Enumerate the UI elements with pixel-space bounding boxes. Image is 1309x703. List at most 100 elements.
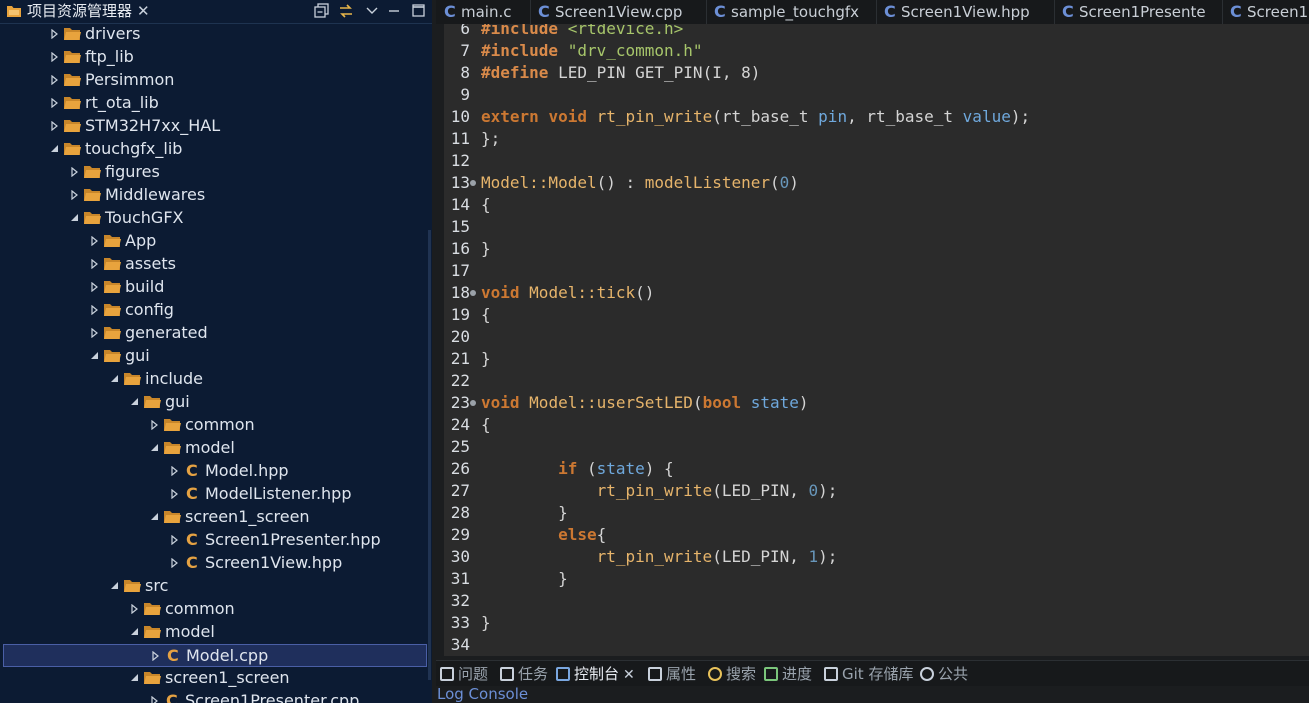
collapsed-arrow-icon[interactable] bbox=[50, 121, 58, 131]
code-line[interactable]: 28 } bbox=[436, 502, 1309, 524]
collapsed-arrow-icon[interactable] bbox=[90, 236, 98, 246]
expanded-arrow-icon[interactable] bbox=[90, 351, 98, 361]
tree-folder-item[interactable]: config bbox=[0, 299, 432, 322]
collapsed-arrow-icon[interactable] bbox=[70, 167, 78, 177]
collapsed-arrow-icon[interactable] bbox=[50, 52, 58, 62]
code-line[interactable]: 29 else{ bbox=[436, 524, 1309, 546]
code-line[interactable]: 22 bbox=[436, 370, 1309, 392]
collapsed-arrow-icon[interactable] bbox=[150, 696, 158, 703]
minimize-icon[interactable] bbox=[388, 5, 400, 17]
collapsed-arrow-icon[interactable] bbox=[50, 75, 58, 85]
tree-folder-item[interactable]: src bbox=[0, 575, 432, 598]
expanded-arrow-icon[interactable] bbox=[50, 144, 58, 154]
collapsed-arrow-icon[interactable] bbox=[90, 328, 98, 338]
tree-file-item[interactable]: C Screen1Presenter.cpp bbox=[0, 690, 432, 703]
bottom-tab[interactable]: 控制台 ✕ bbox=[556, 664, 635, 684]
code-line[interactable]: 19 { bbox=[436, 304, 1309, 326]
code-line[interactable]: 21} bbox=[436, 348, 1309, 370]
tree-folder-item[interactable]: figures bbox=[0, 161, 432, 184]
collapsed-arrow-icon[interactable] bbox=[90, 305, 98, 315]
tree-folder-item[interactable]: TouchGFX bbox=[0, 207, 432, 230]
explorer-close-icon[interactable]: ✕ bbox=[137, 1, 150, 21]
tree-folder-item[interactable]: App bbox=[0, 230, 432, 253]
expanded-arrow-icon[interactable] bbox=[70, 213, 78, 223]
expanded-arrow-icon[interactable] bbox=[150, 443, 158, 453]
code-line[interactable]: 8 #define LED_PIN GET_PIN(I, 8) bbox=[436, 62, 1309, 84]
editor-tab[interactable]: C Screen1 bbox=[1222, 0, 1309, 24]
code-line[interactable]: 12 bbox=[436, 150, 1309, 172]
code-line[interactable]: 30 rt_pin_write(LED_PIN, 1); bbox=[436, 546, 1309, 568]
tree-folder-item[interactable]: screen1_screen bbox=[0, 667, 432, 690]
bottom-tab[interactable]: 属性 bbox=[648, 664, 696, 684]
tree-folder-item[interactable]: STM32H7xx_HAL bbox=[0, 115, 432, 138]
code-line[interactable]: 9 bbox=[436, 84, 1309, 106]
tree-file-item[interactable]: C Screen1Presenter.hpp bbox=[0, 529, 432, 552]
collapsed-arrow-icon[interactable] bbox=[170, 535, 178, 545]
code-line[interactable]: 13 Model::Model() : modelListener(0) bbox=[436, 172, 1309, 194]
code-line[interactable]: 18 void Model::tick() bbox=[436, 282, 1309, 304]
collapsed-arrow-icon[interactable] bbox=[130, 604, 138, 614]
collapsed-arrow-icon[interactable] bbox=[150, 420, 158, 430]
code-line[interactable]: 17 bbox=[436, 260, 1309, 282]
tree-folder-item[interactable]: model bbox=[0, 437, 432, 460]
expanded-arrow-icon[interactable] bbox=[150, 512, 158, 522]
maximize-icon[interactable] bbox=[412, 4, 425, 17]
bottom-tab[interactable]: 搜索 bbox=[708, 664, 756, 684]
code-editor[interactable]: 6 #include <rtdevice.h> 7 #include "drv_com… bbox=[436, 24, 1309, 656]
tree-file-item[interactable]: C ModelListener.hpp bbox=[0, 483, 432, 506]
tree-file-item[interactable]: C Model.cpp bbox=[3, 644, 427, 667]
bottom-tab[interactable]: 问题 bbox=[440, 664, 488, 684]
tree-folder-item[interactable]: model bbox=[0, 621, 432, 644]
code-line[interactable]: 27 rt_pin_write(LED_PIN, 0); bbox=[436, 480, 1309, 502]
tree-folder-item[interactable]: drivers bbox=[0, 23, 432, 46]
expanded-arrow-icon[interactable] bbox=[110, 374, 118, 384]
code-line[interactable]: 25 bbox=[436, 436, 1309, 458]
view-menu-icon[interactable] bbox=[366, 5, 378, 17]
collapsed-arrow-icon[interactable] bbox=[50, 29, 58, 39]
code-line[interactable]: 14 { bbox=[436, 194, 1309, 216]
expanded-arrow-icon[interactable] bbox=[130, 397, 138, 407]
code-line[interactable]: 23 void Model::userSetLED(bool state) bbox=[436, 392, 1309, 414]
tree-folder-item[interactable]: include bbox=[0, 368, 432, 391]
code-line[interactable]: 32 bbox=[436, 590, 1309, 612]
editor-tab[interactable]: C Screen1Presente bbox=[1054, 0, 1223, 24]
expanded-arrow-icon[interactable] bbox=[110, 581, 118, 591]
collapsed-arrow-icon[interactable] bbox=[50, 98, 58, 108]
tree-folder-item[interactable]: Persimmon bbox=[0, 69, 432, 92]
editor-tab[interactable]: C Screen1View.hpp bbox=[876, 0, 1055, 24]
editor-tab[interactable]: Csample_touchgfx bbox=[706, 0, 877, 24]
tree-folder-item[interactable]: screen1_screen bbox=[0, 506, 432, 529]
tree-folder-item[interactable]: gui bbox=[0, 391, 432, 414]
tree-folder-item[interactable]: generated bbox=[0, 322, 432, 345]
collapse-all-icon[interactable] bbox=[314, 3, 330, 19]
tree-folder-item[interactable]: common bbox=[0, 414, 432, 437]
expanded-arrow-icon[interactable] bbox=[130, 673, 138, 683]
collapsed-arrow-icon[interactable] bbox=[70, 190, 78, 200]
collapsed-arrow-icon[interactable] bbox=[90, 259, 98, 269]
tree-folder-item[interactable]: build bbox=[0, 276, 432, 299]
code-line[interactable]: 24 { bbox=[436, 414, 1309, 436]
tree-folder-item[interactable]: rt_ota_lib bbox=[0, 92, 432, 115]
explorer-scrollbar[interactable] bbox=[428, 230, 431, 680]
code-line[interactable]: 16} bbox=[436, 238, 1309, 260]
tree-folder-item[interactable]: assets bbox=[0, 253, 432, 276]
editor-tab[interactable]: C Screen1View.cpp bbox=[530, 0, 707, 24]
tree-folder-item[interactable]: gui bbox=[0, 345, 432, 368]
code-line[interactable]: 10 extern void rt_pin_write(rt_base_t pin… bbox=[436, 106, 1309, 128]
bottom-tab[interactable]: 进度 bbox=[764, 664, 812, 684]
collapsed-arrow-icon[interactable] bbox=[170, 489, 178, 499]
collapsed-arrow-icon[interactable] bbox=[90, 282, 98, 292]
code-line[interactable]: 31 } bbox=[436, 568, 1309, 590]
tree-folder-item[interactable]: touchgfx_lib bbox=[0, 138, 432, 161]
close-tab-icon[interactable]: ✕ bbox=[623, 667, 635, 683]
fold-marker-icon[interactable] bbox=[470, 400, 476, 406]
code-line[interactable]: 33} bbox=[436, 612, 1309, 634]
tree-folder-item[interactable]: Middlewares bbox=[0, 184, 432, 207]
collapsed-arrow-icon[interactable] bbox=[170, 558, 178, 568]
expanded-arrow-icon[interactable] bbox=[130, 627, 138, 637]
tree-folder-item[interactable]: ftp_lib bbox=[0, 46, 432, 69]
collapsed-arrow-icon[interactable] bbox=[170, 466, 178, 476]
bottom-tab[interactable]: Git 存储库 bbox=[824, 664, 913, 684]
code-line[interactable]: 11}; bbox=[436, 128, 1309, 150]
code-line[interactable]: 7 #include "drv_common.h" bbox=[436, 40, 1309, 62]
